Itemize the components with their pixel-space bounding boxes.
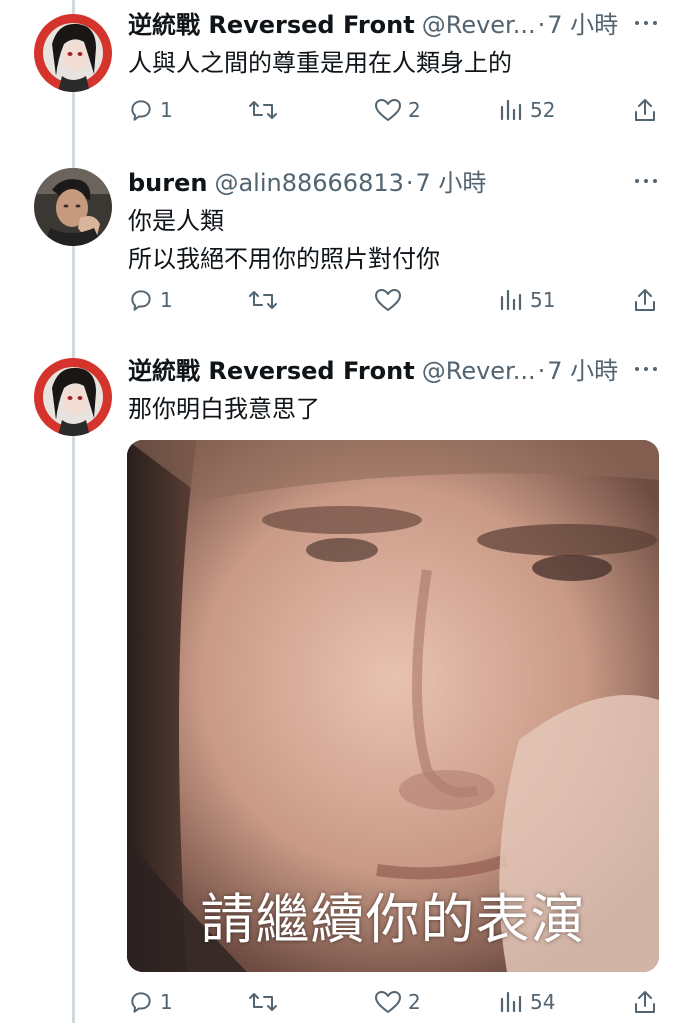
avatar-buren[interactable]	[34, 168, 112, 246]
tweet-media-image[interactable]: 請繼續你的表演	[127, 440, 659, 972]
user-handle[interactable]: @alin88666813	[214, 166, 403, 200]
avatar-reversed-front[interactable]	[34, 358, 112, 436]
tweet-text-line: 人與人之間的尊重是用在人類身上的	[128, 49, 512, 77]
share-icon	[632, 989, 658, 1015]
timestamp[interactable]: 7 小時	[547, 8, 618, 42]
retweet-button[interactable]	[248, 90, 284, 130]
thread-line	[72, 0, 75, 1023]
retweet-icon	[248, 287, 278, 313]
tweet-actions: 1 51	[0, 280, 693, 320]
views-count: 52	[530, 98, 556, 122]
reply-button[interactable]: 1	[128, 982, 173, 1022]
separator-dot: ·	[405, 169, 414, 197]
separator-dot: ·	[537, 357, 546, 385]
reply-button[interactable]: 1	[128, 280, 173, 320]
retweet-icon	[248, 989, 278, 1015]
views-icon	[498, 97, 524, 123]
display-name[interactable]: 逆統戰 Reversed Front	[128, 354, 415, 388]
timestamp[interactable]: 7 小時	[416, 166, 487, 200]
reply-icon	[128, 287, 154, 313]
display-name[interactable]: buren	[128, 166, 207, 200]
tweet-header: 逆統戰 Reversed Front @Rever... · 7 小時	[128, 354, 618, 388]
views-count: 54	[530, 990, 556, 1014]
reply-count: 1	[160, 288, 173, 312]
like-button[interactable]: 2	[374, 90, 421, 130]
tweet-text-line: 那你明白我意思了	[128, 395, 320, 423]
separator-dot: ·	[537, 11, 546, 39]
share-button[interactable]	[632, 982, 658, 1022]
tweet-text: 你是人類 所以我絕不用你的照片對付你	[128, 202, 440, 278]
display-name[interactable]: 逆統戰 Reversed Front	[128, 8, 415, 42]
retweet-button[interactable]	[248, 982, 284, 1022]
heart-icon	[374, 287, 402, 313]
reply-icon	[128, 97, 154, 123]
views-icon	[498, 989, 524, 1015]
share-icon	[632, 97, 658, 123]
heart-icon	[374, 989, 402, 1015]
retweet-button[interactable]	[248, 280, 284, 320]
user-handle[interactable]: @Rever...	[422, 354, 536, 388]
views-icon	[498, 287, 524, 313]
tweet-text-line: 所以我絕不用你的照片對付你	[128, 245, 440, 273]
like-count: 2	[408, 98, 421, 122]
tweet-text: 人與人之間的尊重是用在人類身上的	[128, 44, 512, 82]
like-button[interactable]: 2	[374, 982, 421, 1022]
user-handle[interactable]: @Rever...	[422, 8, 536, 42]
tweet-text: 那你明白我意思了	[128, 390, 320, 428]
reply-button[interactable]: 1	[128, 90, 173, 130]
reply-icon	[128, 989, 154, 1015]
more-icon[interactable]	[633, 168, 659, 194]
like-count: 2	[408, 990, 421, 1014]
tweet-actions: 1 2 52	[0, 90, 693, 130]
reply-count: 1	[160, 98, 173, 122]
share-button[interactable]	[632, 90, 658, 130]
tweet-text-line: 你是人類	[128, 207, 224, 235]
heart-icon	[374, 97, 402, 123]
like-button[interactable]	[374, 280, 408, 320]
more-icon[interactable]	[633, 10, 659, 36]
tweet-header: 逆統戰 Reversed Front @Rever... · 7 小時	[128, 8, 618, 42]
views-button[interactable]: 54	[498, 982, 555, 1022]
views-button[interactable]: 52	[498, 90, 555, 130]
share-icon	[632, 287, 658, 313]
media-caption: 請繼續你的表演	[200, 888, 586, 951]
retweet-icon	[248, 97, 278, 123]
timestamp[interactable]: 7 小時	[547, 354, 618, 388]
more-icon[interactable]	[633, 356, 659, 382]
share-button[interactable]	[632, 280, 658, 320]
views-count: 51	[530, 288, 556, 312]
reply-count: 1	[160, 990, 173, 1014]
views-button[interactable]: 51	[498, 280, 555, 320]
avatar-reversed-front[interactable]	[34, 14, 112, 92]
tweet-header: buren @alin88666813 · 7 小時	[128, 166, 486, 200]
tweet-actions: 1 2 54	[0, 982, 693, 1022]
